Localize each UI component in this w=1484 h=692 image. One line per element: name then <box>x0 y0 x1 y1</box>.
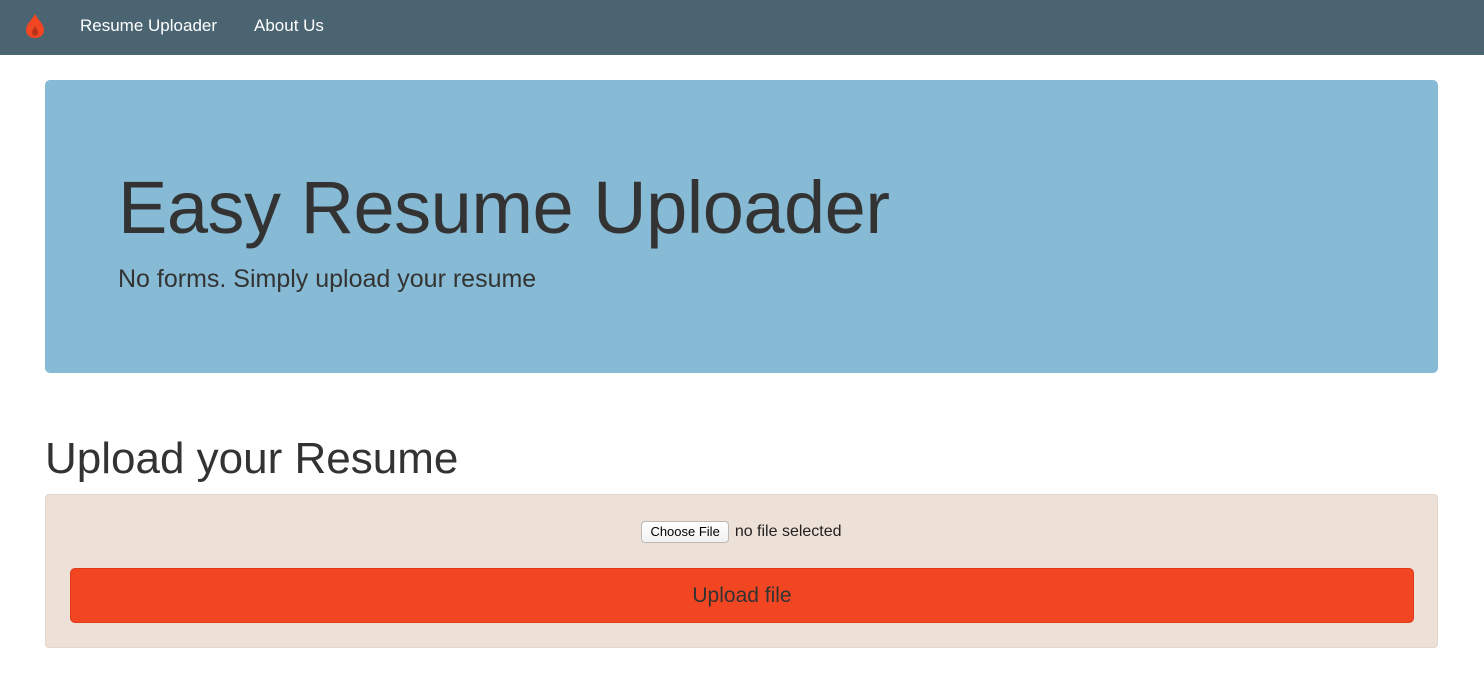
hero-jumbotron: Easy Resume Uploader No forms. Simply up… <box>45 80 1438 373</box>
top-navbar: Resume Uploader About Us <box>0 0 1484 55</box>
upload-form-well: Choose File no file selected Upload file <box>45 494 1438 648</box>
upload-file-button[interactable]: Upload file <box>70 568 1414 623</box>
choose-file-button[interactable]: Choose File <box>641 521 729 543</box>
hero-title: Easy Resume Uploader <box>118 166 890 249</box>
upload-section-heading: Upload your Resume <box>45 434 459 483</box>
flame-drop-icon[interactable] <box>24 13 46 39</box>
file-status-text: no file selected <box>734 523 842 540</box>
nav-link-about-us[interactable]: About Us <box>254 16 324 36</box>
nav-link-resume-uploader[interactable]: Resume Uploader <box>80 16 217 36</box>
file-input-row: Choose File no file selected <box>46 521 1437 545</box>
hero-subtitle: No forms. Simply upload your resume <box>118 265 537 293</box>
